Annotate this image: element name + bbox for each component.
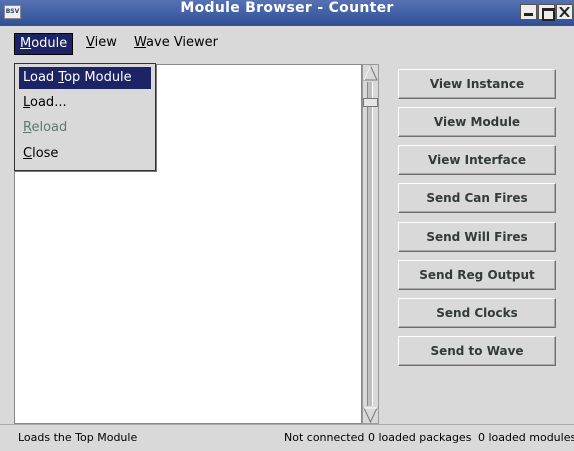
action-button-panel: View Instance View Module View Interface… (379, 64, 574, 424)
menu-item-label: oad... (30, 95, 67, 110)
loaded-modules-count: 0 loaded modules (478, 431, 574, 444)
maximize-button[interactable] (538, 4, 555, 21)
menu-bar: Module View Wave Viewer (0, 26, 574, 60)
module-menu-dropdown: Load Top Module Load... Reload Close (14, 63, 156, 171)
menu-view[interactable]: View (81, 33, 122, 55)
send-to-wave-button[interactable]: Send to Wave (398, 336, 556, 366)
menu-item-label: op Module (64, 70, 132, 85)
menu-item-close[interactable]: Close (19, 143, 151, 165)
scroll-thumb[interactable] (363, 98, 378, 107)
menu-item-label: lose (32, 146, 59, 161)
menu-module-label: odule (31, 36, 68, 51)
menu-item-load-top-module[interactable]: Load Top Module (19, 67, 151, 89)
menu-item-mnemonic: L (23, 95, 31, 110)
module-browser-window: BSV Module Browser - Counter Module View… (0, 0, 574, 451)
send-clocks-button[interactable]: Send Clocks (398, 298, 556, 328)
view-interface-button[interactable]: View Interface (398, 145, 556, 175)
menu-item-label: Load (23, 70, 59, 85)
menu-wave-viewer-mnemonic: W (134, 35, 147, 50)
menu-item-mnemonic: C (23, 146, 33, 161)
window-title: Module Browser - Counter (180, 0, 394, 16)
connection-status: Not connected (284, 431, 365, 444)
menu-item-label: eload (31, 120, 68, 135)
menu-item-reload: Reload (19, 117, 151, 139)
view-module-button[interactable]: View Module (398, 107, 556, 137)
scroll-up-arrow-icon[interactable] (363, 65, 378, 81)
send-will-fires-button[interactable]: Send Will Fires (398, 222, 556, 252)
close-window-button[interactable] (556, 4, 573, 20)
menu-view-mnemonic: V (86, 35, 95, 50)
loaded-packages-count: 0 loaded packages (368, 431, 472, 444)
menu-wave-viewer[interactable]: Wave Viewer (129, 33, 223, 55)
scroll-down-arrow-icon[interactable] (363, 407, 378, 423)
menu-wave-viewer-label: ave Viewer (146, 35, 219, 50)
close-icon (559, 7, 570, 17)
send-reg-output-button[interactable]: Send Reg Output (398, 260, 556, 290)
menu-module-mnemonic: M (20, 36, 32, 51)
menu-module[interactable]: Module (14, 33, 74, 55)
menu-item-load[interactable]: Load... (19, 92, 151, 114)
scroll-track[interactable] (367, 82, 373, 406)
minimize-button[interactable] (520, 4, 537, 20)
status-message: Loads the Top Module (18, 431, 138, 444)
view-instance-button[interactable]: View Instance (398, 69, 556, 99)
status-bar: Loads the Top Module Not connected 0 loa… (0, 424, 574, 451)
title-bar[interactable]: BSV Module Browser - Counter (0, 0, 574, 26)
send-can-fires-button[interactable]: Send Can Fires (398, 183, 556, 213)
menu-view-label: iew (94, 35, 117, 50)
vertical-scrollbar[interactable] (362, 64, 379, 424)
